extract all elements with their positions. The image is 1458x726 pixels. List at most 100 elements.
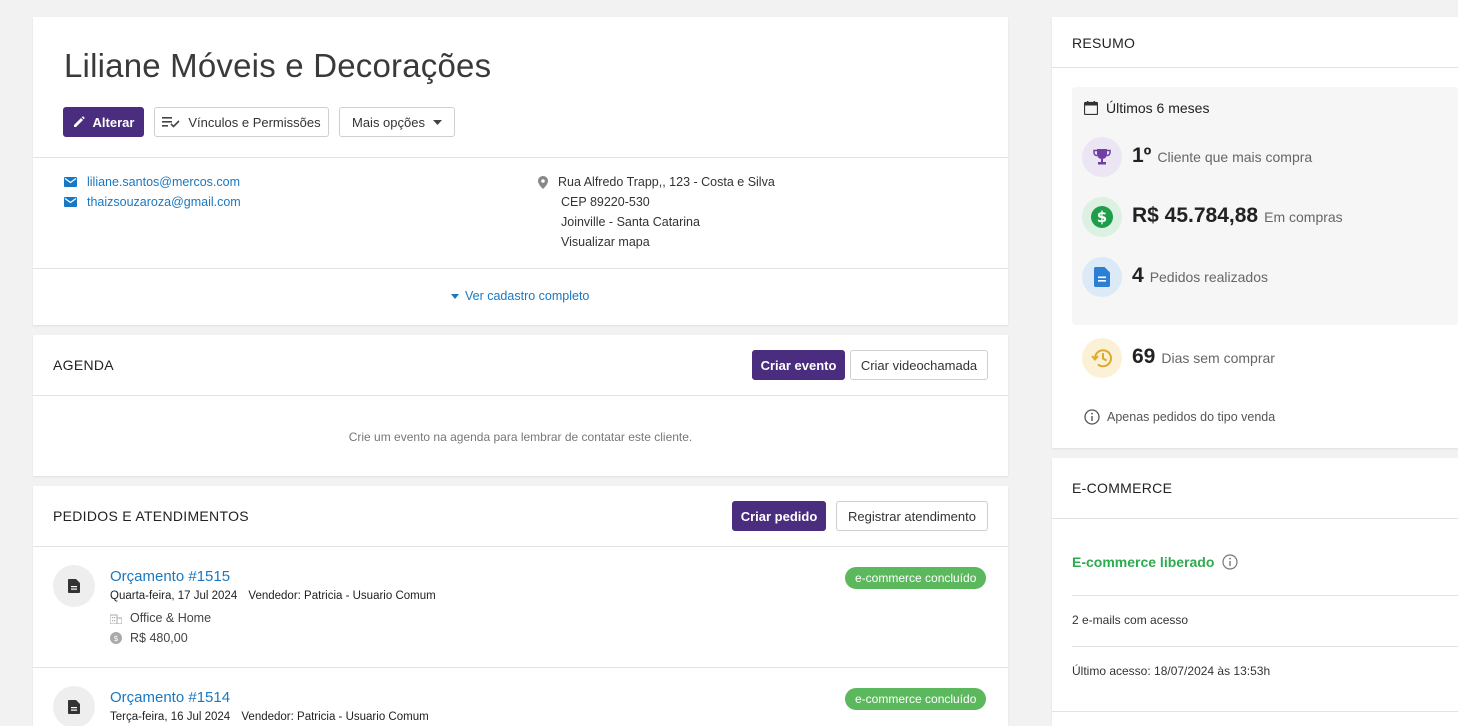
rank-label: Cliente que mais compra	[1157, 149, 1313, 165]
days-value: 69	[1132, 345, 1156, 368]
vinculos-permissoes-button[interactable]: Vínculos e Permissões	[154, 107, 329, 137]
agenda-title: AGENDA	[53, 357, 114, 373]
order-date: Quarta-feira, 17 Jul 2024	[110, 590, 238, 602]
orders-stat: 4 Pedidos realizados	[1132, 264, 1268, 288]
order-meta: Quarta-feira, 17 Jul 2024 Vendedor: Patr…	[110, 590, 436, 602]
resumo-title: RESUMO	[1072, 35, 1136, 51]
order-date: Terça-feira, 16 Jul 2024	[110, 711, 231, 723]
alterar-label: Alterar	[92, 114, 135, 130]
divider	[1052, 67, 1458, 68]
client-name: Liliane Móveis e Decorações	[64, 47, 492, 84]
pedidos-card: PEDIDOS E ATENDIMENTOS Criar pedido Regi…	[33, 486, 1008, 726]
criar-pedido-label: Criar pedido	[740, 508, 818, 524]
days-label: Dias sem comprar	[1161, 350, 1275, 366]
criar-videochamada-button[interactable]: Criar videochamada	[850, 350, 988, 380]
resumo-card: RESUMO Últimos 6 meses 1º Cliente que ma…	[1052, 17, 1458, 448]
resumo-note: Apenas pedidos do tipo venda	[1084, 409, 1275, 425]
building-icon	[110, 614, 122, 624]
order-value-row: $ R$ 480,00	[110, 631, 188, 645]
mais-opcoes-label: Mais opções	[352, 114, 425, 130]
info-icon	[1084, 409, 1100, 425]
info-icon[interactable]	[1222, 554, 1238, 570]
ver-cadastro-link[interactable]: Ver cadastro completo	[451, 289, 589, 303]
registrar-atendimento-button[interactable]: Registrar atendimento	[836, 501, 988, 531]
divider	[1052, 518, 1458, 519]
calendar-icon	[1084, 101, 1098, 115]
envelope-icon	[64, 197, 77, 207]
rank-value: 1º	[1132, 144, 1152, 167]
divider	[1072, 595, 1458, 596]
divider	[33, 268, 1008, 269]
address-street-row: Rua Alfredo Trapp,, 123 - Costa e Silva	[538, 175, 775, 189]
order-title-link[interactable]: Orçamento #1515	[110, 568, 230, 585]
total-value: R$ 45.784,88	[1132, 204, 1259, 227]
rank-stat: 1º Cliente que mais compra	[1132, 144, 1312, 168]
envelope-icon	[64, 177, 77, 187]
ecommerce-title: E-COMMERCE	[1072, 480, 1173, 496]
order-vendor: Vendedor: Patricia - Usuario Comum	[241, 711, 429, 723]
criar-evento-label: Criar evento	[760, 357, 837, 373]
view-map-link[interactable]: Visualizar mapa	[561, 235, 650, 249]
map-pin-icon	[538, 175, 548, 189]
trophy-icon	[1082, 137, 1122, 177]
list-check-icon	[162, 117, 180, 128]
agenda-card: AGENDA Criar evento Criar videochamada C…	[33, 335, 1008, 476]
dollar-icon: $	[1082, 197, 1122, 237]
status-badge: e-commerce concluído	[845, 688, 987, 710]
pedidos-title: PEDIDOS E ATENDIMENTOS	[53, 508, 249, 524]
order-company: Office & Home	[130, 611, 212, 625]
order-title-link[interactable]: Orçamento #1514	[110, 689, 230, 706]
mais-opcoes-dropdown[interactable]: Mais opções	[339, 107, 455, 137]
note-label: Apenas pedidos do tipo venda	[1107, 410, 1276, 424]
caret-down-icon	[451, 293, 459, 299]
registrar-atendimento-label: Registrar atendimento	[848, 508, 976, 524]
email-link[interactable]: thaizsouzaroza@gmail.com	[87, 195, 241, 209]
order-company-row: Office & Home	[110, 611, 211, 625]
svg-text:$: $	[113, 634, 118, 643]
criar-videochamada-label: Criar videochamada	[860, 357, 978, 373]
orders-value: 4	[1132, 264, 1144, 287]
last-access: Último acesso: 18/07/2024 às 13:53h	[1072, 664, 1271, 678]
orders-label: Pedidos realizados	[1149, 269, 1268, 285]
period-row: Últimos 6 meses	[1084, 100, 1209, 116]
ecommerce-card: E-COMMERCE E-commerce liberado 2 e-mails…	[1052, 458, 1458, 726]
divider	[33, 157, 1008, 158]
order-meta: Terça-feira, 16 Jul 2024 Vendedor: Patri…	[110, 711, 429, 723]
divider	[33, 546, 1008, 547]
svg-text:$: $	[1097, 208, 1107, 226]
days-stat: 69 Dias sem comprar	[1132, 345, 1275, 369]
document-icon	[53, 565, 95, 607]
emails-access: 2 e-mails com acesso	[1072, 613, 1189, 627]
caret-down-icon	[432, 119, 442, 125]
status-badge: e-commerce concluído	[845, 567, 987, 589]
email-link[interactable]: liliane.santos@mercos.com	[87, 175, 240, 189]
criar-pedido-button[interactable]: Criar pedido	[732, 501, 826, 531]
divider	[1052, 711, 1458, 712]
order-value: R$ 480,00	[130, 631, 188, 645]
alterar-button[interactable]: Alterar	[63, 107, 144, 137]
address-city: Joinville - Santa Catarina	[561, 215, 700, 229]
vinculos-label: Vínculos e Permissões	[188, 114, 321, 130]
resumo-stats-panel: Últimos 6 meses 1º Cliente que mais comp…	[1072, 87, 1458, 325]
address-street: Rua Alfredo Trapp,, 123 - Costa e Silva	[558, 175, 775, 189]
ecommerce-status: E-commerce liberado	[1072, 554, 1215, 570]
agenda-empty-text: Crie um evento na agenda para lembrar de…	[348, 430, 693, 444]
coin-icon: $	[110, 632, 122, 644]
divider	[33, 667, 1008, 668]
history-icon	[1082, 338, 1122, 378]
total-stat: R$ 45.784,88 Em compras	[1132, 204, 1343, 228]
ver-cadastro-label: Ver cadastro completo	[465, 289, 590, 303]
document-icon	[1082, 257, 1122, 297]
total-label: Em compras	[1264, 209, 1343, 225]
email-row-1[interactable]: liliane.santos@mercos.com	[64, 175, 240, 189]
client-header-card: Liliane Móveis e Decorações Alterar Vínc…	[33, 17, 1008, 325]
period-label: Últimos 6 meses	[1106, 100, 1210, 116]
email-row-2[interactable]: thaizsouzaroza@gmail.com	[64, 195, 241, 209]
order-vendor: Vendedor: Patricia - Usuario Comum	[248, 590, 436, 602]
address-cep: CEP 89220-530	[561, 195, 650, 209]
divider	[1072, 646, 1458, 647]
ecommerce-status-row: E-commerce liberado	[1072, 554, 1238, 570]
divider	[33, 395, 1008, 396]
pencil-icon	[73, 116, 85, 127]
criar-evento-button[interactable]: Criar evento	[752, 350, 845, 380]
